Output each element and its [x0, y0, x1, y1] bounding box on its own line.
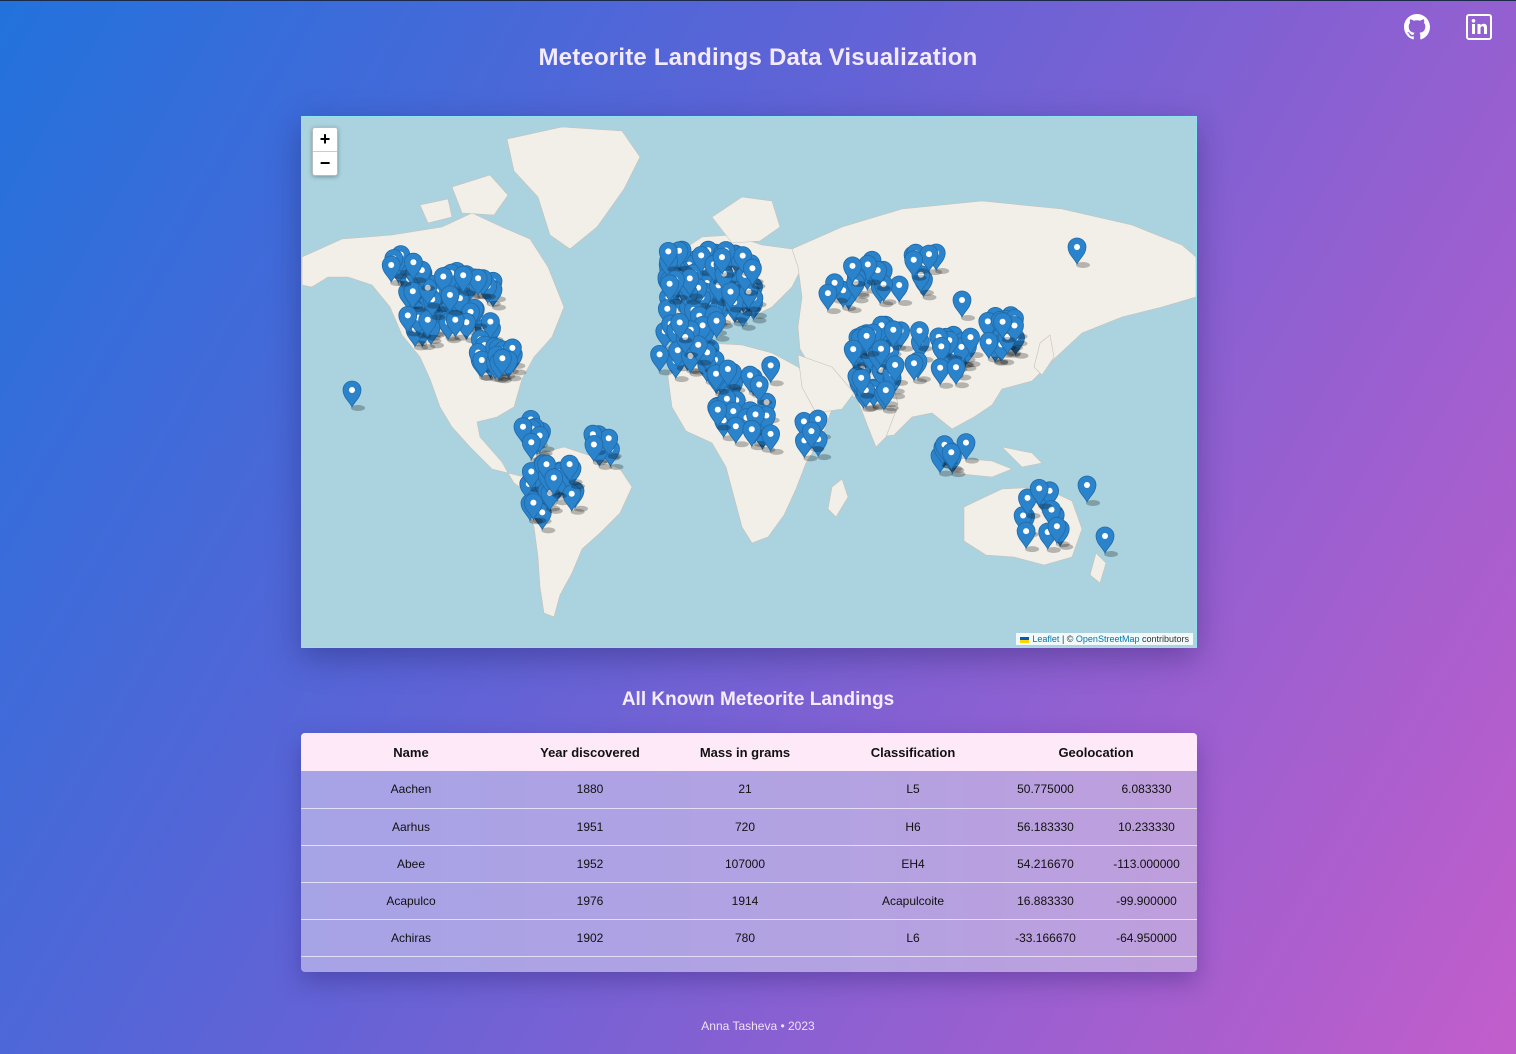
cell-mass: 21 [738, 782, 752, 797]
cell-longitude: -64.950000 [1116, 930, 1177, 945]
cell-year: 1951 [576, 819, 604, 834]
table-row: Abee 1952 107000 EH4 54.216670 -113.0000… [301, 845, 1197, 882]
map-attribution: Leaflet | © OpenStreetMap contributors [1016, 633, 1193, 645]
cell-latitude: 50.775000 [1017, 782, 1074, 797]
cell-classification: EH4 [901, 856, 925, 871]
cell-classification: L6 [906, 930, 920, 945]
cell-mass: 107000 [724, 856, 766, 871]
cell-latitude: 56.183330 [1017, 819, 1074, 834]
attribution-suffix: contributors [1139, 634, 1189, 644]
meteorite-table: Name Year discovered Mass in grams Class… [301, 733, 1197, 957]
cell-longitude: 10.233330 [1118, 819, 1175, 834]
cell-classification: Acapulcoite [881, 893, 945, 908]
zoom-control: + − [312, 127, 338, 176]
cell-latitude: 16.883330 [1017, 893, 1074, 908]
ukraine-flag-icon [1020, 636, 1030, 643]
cell-year: 1976 [576, 893, 604, 908]
col-header-classification: Classification [870, 744, 956, 760]
cell-year: 1880 [576, 782, 604, 797]
github-icon [1404, 14, 1430, 40]
table-row: Aachen 1880 21 L5 50.775000 6.083330 [301, 771, 1197, 808]
cell-latitude: -33.166670 [1015, 930, 1076, 945]
table-row: Aarhus 1951 720 H6 56.183330 10.233330 [301, 808, 1197, 845]
col-header-geolocation: Geolocation [1058, 744, 1134, 760]
table-header-row: Name Year discovered Mass in grams Class… [301, 733, 1197, 771]
meteorite-map[interactable]: + − Leaflet | © OpenStreetMap contributo… [301, 116, 1197, 648]
cell-mass: 1914 [731, 893, 759, 908]
table-row: Achiras 1902 780 L6 -33.166670 -64.95000… [301, 919, 1197, 956]
linkedin-link[interactable] [1464, 12, 1494, 42]
col-header-name: Name [393, 744, 429, 760]
zoom-in-button[interactable]: + [313, 128, 337, 151]
github-link[interactable] [1402, 12, 1432, 42]
attribution-separator: | © [1059, 634, 1076, 644]
table-title: All Known Meteorite Landings [621, 689, 895, 710]
cell-mass: 720 [734, 819, 756, 834]
cell-longitude: 6.083330 [1121, 782, 1172, 797]
page-title: Meteorite Landings Data Visualization [538, 44, 978, 71]
cell-name: Abee [396, 856, 426, 871]
world-basemap[interactable] [302, 117, 1196, 647]
cell-longitude: -113.000000 [1113, 856, 1180, 871]
cell-name: Achiras [390, 930, 431, 945]
cell-classification: H6 [905, 819, 921, 834]
cell-latitude: 54.216670 [1017, 856, 1074, 871]
col-header-year: Year discovered [540, 744, 640, 760]
table-row: Acapulco 1976 1914 Acapulcoite 16.883330… [301, 882, 1197, 919]
linkedin-icon [1466, 14, 1492, 40]
cell-name: Aachen [390, 782, 432, 797]
cell-year: 1902 [576, 930, 604, 945]
footer-credit: Anna Tasheva • 2023 [701, 1019, 815, 1033]
cell-classification: L5 [906, 782, 920, 797]
zoom-out-button[interactable]: − [313, 151, 337, 175]
cell-year: 1952 [576, 856, 604, 871]
meteorite-table-container[interactable]: Name Year discovered Mass in grams Class… [301, 733, 1197, 972]
col-header-mass: Mass in grams [699, 744, 791, 760]
top-border [0, 0, 1516, 1]
cell-longitude: -99.900000 [1116, 893, 1177, 908]
openstreetmap-link[interactable]: OpenStreetMap [1076, 634, 1140, 644]
cell-mass: 780 [734, 930, 756, 945]
leaflet-link[interactable]: Leaflet [1032, 634, 1059, 644]
cell-name: Acapulco [386, 893, 436, 908]
cell-name: Aarhus [391, 819, 431, 834]
